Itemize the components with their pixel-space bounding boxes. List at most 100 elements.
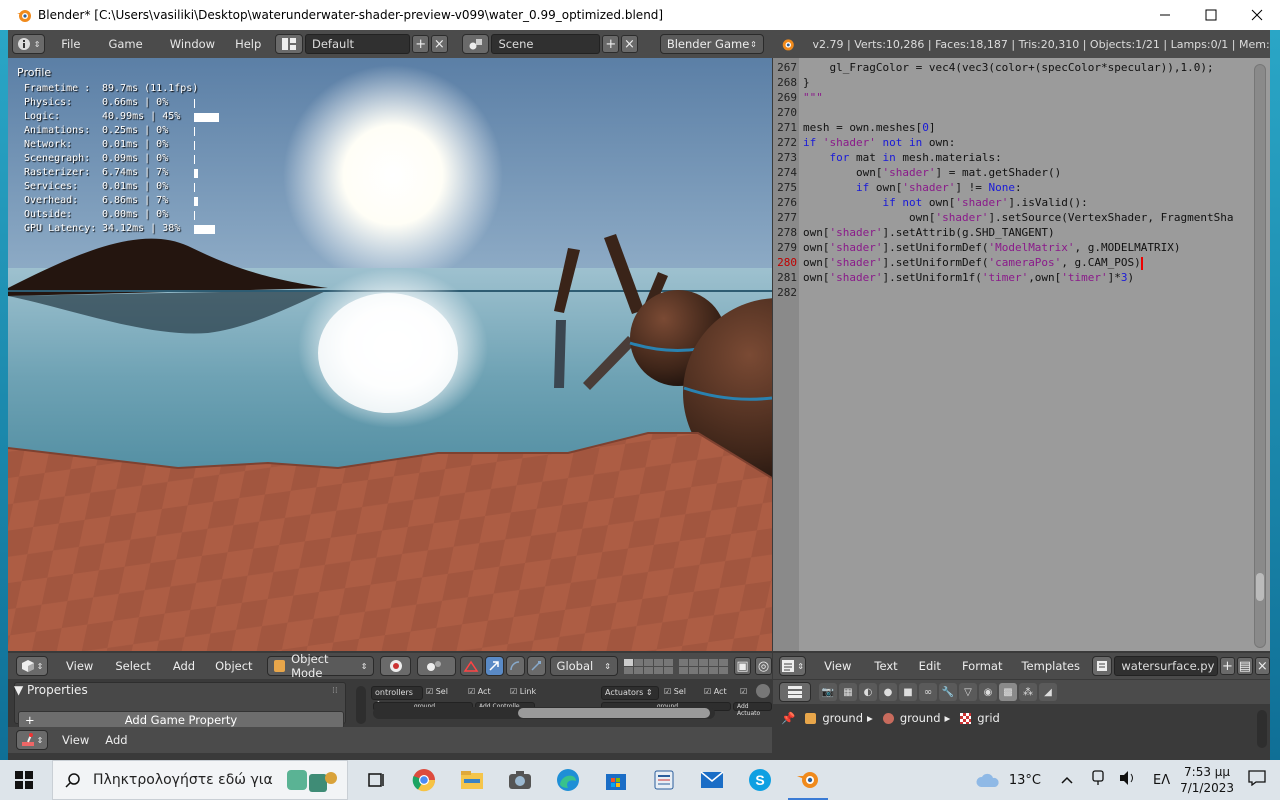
editor-type-properties-button[interactable] (779, 682, 811, 702)
maximize-icon[interactable] (1188, 0, 1234, 30)
particles-tab-icon[interactable]: ⁂ (1019, 683, 1037, 701)
menu-text[interactable]: Text (874, 659, 897, 673)
menu-window[interactable]: Window (170, 37, 215, 51)
code-line[interactable]: 269 """ (773, 90, 1233, 105)
viewport-shading-button[interactable] (380, 656, 411, 676)
render-tab-icon[interactable]: 📷 (819, 683, 837, 701)
unlink-text-button[interactable]: × (1254, 657, 1270, 675)
clock[interactable]: 7:53 μμ 7/1/2023 (1180, 764, 1234, 796)
menu-add[interactable]: Add (173, 659, 195, 673)
code-line[interactable]: 276 if not own['shader'].isValid(): (773, 195, 1233, 210)
weather-temp[interactable]: 13°C (1009, 773, 1041, 788)
rotate-manipulator-button[interactable] (505, 656, 525, 676)
controllers-sel-checkbox[interactable]: ☑ Sel (426, 687, 448, 696)
code-line[interactable]: 273 for mat in mesh.materials: (773, 150, 1233, 165)
code-line[interactable]: 280 own['shader'].setUniformDef('cameraPo… (773, 255, 1233, 270)
code-line[interactable]: 278 own['shader'].setAttrib(g.SHD_TANGENT… (773, 225, 1233, 240)
code-line[interactable]: 277 own['shader'].setSource(VertexShader… (773, 210, 1233, 225)
camera-app-icon[interactable] (500, 760, 540, 800)
code-line[interactable]: 271 mesh = own.meshes[0] (773, 120, 1233, 135)
menu-view-text[interactable]: View (824, 659, 851, 673)
text-filename-field[interactable]: watersurface.py (1114, 656, 1218, 676)
editor-type-3d-view-button[interactable]: ⇕ (16, 656, 49, 676)
menu-view[interactable]: View (66, 659, 93, 673)
data-tab-icon[interactable]: ▽ (959, 683, 977, 701)
physics-tab-icon[interactable]: ◢ (1039, 683, 1057, 701)
delete-scene-button[interactable]: × (621, 35, 638, 53)
editor-type-logic-button[interactable]: ⇕ (16, 730, 48, 750)
network-icon[interactable] (1091, 770, 1105, 790)
blender-taskbar-icon[interactable] (788, 760, 828, 800)
code-line[interactable]: 268} (773, 75, 1233, 90)
task-view-icon[interactable] (356, 760, 396, 800)
menu-view-logic[interactable]: View (62, 733, 89, 747)
mode-dropdown[interactable]: Object Mode ⇕ (266, 652, 375, 680)
actuators-sel-checkbox[interactable]: ☑ Sel (664, 687, 686, 696)
chevron-up-icon[interactable] (1061, 773, 1073, 788)
3d-viewport[interactable]: Profile Frametime : 89.7ms (11.1fps) Physi… (8, 58, 772, 651)
new-text-button[interactable]: + (1219, 657, 1236, 675)
controllers-act-checkbox[interactable]: ☑ Act (468, 687, 491, 696)
add-scene-button[interactable]: + (602, 35, 620, 53)
add-actuator-button[interactable]: Add Actuato (733, 702, 772, 717)
code-line[interactable]: 281 own['shader'].setUniform1f('timer',ow… (773, 270, 1233, 285)
menu-select[interactable]: Select (115, 659, 150, 673)
editor-type-text-button[interactable]: ⇕ (779, 656, 807, 676)
logic-vertical-scrollbar[interactable] (356, 686, 366, 724)
properties-scrollbar[interactable] (1257, 710, 1267, 748)
menu-edit[interactable]: Edit (919, 659, 941, 673)
store-icon[interactable] (596, 760, 636, 800)
window-titlebar[interactable]: Blender* [C:\Users\vasiliki\Desktop\wate… (0, 0, 1280, 30)
layers-grid-2[interactable] (678, 658, 728, 674)
text-browse-icon[interactable] (1091, 656, 1113, 676)
volume-icon[interactable] (1119, 770, 1137, 790)
translate-manipulator-button[interactable] (484, 656, 504, 676)
scene-icon[interactable] (461, 34, 490, 54)
editor-type-info-button[interactable]: ⇕ (12, 34, 46, 54)
scrollbar-thumb[interactable] (518, 708, 710, 718)
menu-object[interactable]: Object (215, 659, 252, 673)
code-line[interactable]: 282 (773, 285, 1233, 300)
render-engine-dropdown[interactable]: Blender Game ⇕ (659, 34, 764, 54)
render-layers-tab-icon[interactable]: ▦ (839, 683, 857, 701)
layers-grid-1[interactable] (623, 658, 673, 674)
manipulator-toggle[interactable] (460, 656, 483, 676)
open-text-button[interactable]: ▤ (1237, 657, 1253, 675)
taskbar-search-box[interactable]: Πληκτρολογήστε εδώ για (52, 760, 348, 800)
menu-templates[interactable]: Templates (1021, 659, 1079, 673)
mail-icon[interactable] (692, 760, 732, 800)
texture-tab-icon[interactable]: ▩ (999, 683, 1017, 701)
controllers-dropdown[interactable]: ontrollers ⇕ (371, 686, 423, 709)
modifiers-tab-icon[interactable]: 🔧 (939, 683, 957, 701)
notifications-icon[interactable] (1248, 770, 1266, 790)
object-tab-icon[interactable]: ■ (899, 683, 917, 701)
code-line[interactable]: 267 gl_FragColor = vec4(vec3(color+(spec… (773, 60, 1233, 75)
delete-screen-button[interactable]: × (431, 35, 448, 53)
menu-game[interactable]: Game (108, 37, 142, 51)
screen-layout-field[interactable]: Default (305, 34, 411, 54)
text-editor[interactable]: 267 gl_FragColor = vec4(vec3(color+(spec… (773, 58, 1270, 651)
actuators-link-checkbox[interactable]: ☑ (740, 687, 747, 696)
scene-tab-icon[interactable]: ◐ (859, 683, 877, 701)
drag-handle-icon[interactable]: ⁞⁞ (332, 686, 338, 696)
scale-manipulator-button[interactable] (526, 656, 546, 676)
code-line[interactable]: 275 if own['shader'] != None: (773, 180, 1233, 195)
edge-icon[interactable] (548, 760, 588, 800)
menu-help[interactable]: Help (235, 37, 261, 51)
logic-options-icon[interactable] (756, 684, 770, 698)
lock-layers-icon[interactable]: ▣ (733, 657, 751, 675)
language-indicator[interactable]: ΕΛ (1153, 773, 1170, 788)
constraints-tab-icon[interactable]: ∞ (919, 683, 937, 701)
menu-file[interactable]: File (61, 37, 80, 51)
transform-orientation-dropdown[interactable]: Global ⇕ (549, 656, 618, 676)
code-line[interactable]: 270 (773, 105, 1233, 120)
code-line[interactable]: 279 own['shader'].setUniformDef('ModelMat… (773, 240, 1233, 255)
close-icon[interactable] (1234, 0, 1280, 30)
pivot-point-button[interactable] (416, 656, 457, 676)
chrome-icon[interactable] (404, 760, 444, 800)
scrollbar-thumb[interactable] (1256, 573, 1264, 601)
pin-icon[interactable]: 📌 (781, 711, 795, 725)
cloud-weather-icon[interactable] (975, 772, 1001, 788)
scene-field[interactable]: Scene (491, 34, 601, 54)
properties-panel-header[interactable]: ▼ Properties (14, 683, 88, 697)
